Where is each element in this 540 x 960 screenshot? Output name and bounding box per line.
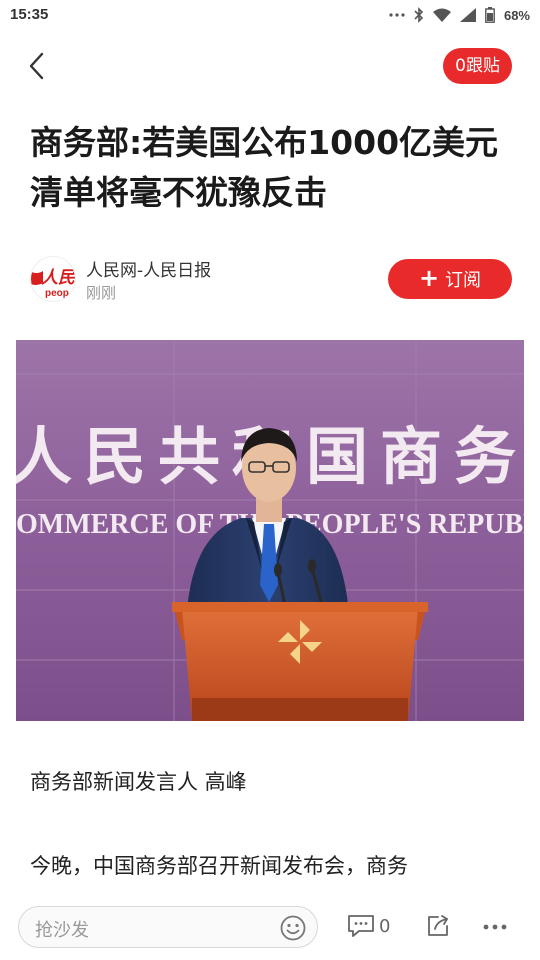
status-time: 15:35 (10, 6, 49, 23)
emoji-icon[interactable] (279, 914, 307, 942)
comments-count-button[interactable]: 0跟贴 (443, 48, 512, 84)
article-title-line-1: 商务部:若美国公布1000亿美元 (30, 123, 499, 162)
comment-count-button[interactable]: 0 (347, 914, 390, 938)
article-paragraph: 今晚，中国商务部召开新闻发布会，商务 (30, 854, 408, 878)
subscribe-button[interactable]: + 订阅 (388, 259, 512, 299)
plus-icon: + (418, 264, 440, 292)
source-row: 人民 peop 人民网-人民日报 刚刚 + 订阅 (30, 252, 512, 308)
subscribe-label: 订阅 (445, 270, 482, 291)
comment-bubble-icon (348, 915, 374, 937)
wifi-icon (432, 8, 451, 22)
bottom-bar: 抢沙发 0 (0, 896, 540, 960)
article-title: 商务部:若美国公布1000亿美元 清单将毫不犹豫反击 (30, 118, 515, 218)
battery-percent: 68% (503, 7, 530, 23)
more-options-icon[interactable] (482, 919, 508, 933)
source-name[interactable]: 人民网-人民日报 (86, 256, 211, 281)
back-button[interactable] (20, 48, 52, 84)
more-dots-icon (389, 12, 405, 18)
back-chevron-icon (29, 52, 44, 80)
comment-input[interactable]: 抢沙发 (18, 906, 318, 948)
photo-caption: 商务部新闻发言人 高峰 (30, 770, 247, 794)
publish-time: 刚刚 (86, 284, 117, 302)
article-photo[interactable]: 人民共和国商务 OMMERCE OF THE PEOPLE'S REPUBLIC… (16, 340, 524, 721)
logo-subtext: peop (45, 288, 69, 299)
battery-icon (485, 7, 495, 23)
logo-text: 人民 (41, 268, 76, 288)
article-title-line-2: 清单将毫不犹豫反击 (30, 173, 327, 212)
source-logo[interactable]: 人民 peop (30, 256, 76, 302)
share-icon[interactable] (425, 913, 451, 939)
comment-count: 0 (379, 915, 391, 937)
status-bar: 15:35 68% (0, 0, 540, 32)
signal-icon (459, 8, 476, 22)
bluetooth-icon (414, 7, 424, 23)
status-icons: 68% (389, 5, 530, 25)
comment-placeholder: 抢沙发 (35, 920, 89, 941)
